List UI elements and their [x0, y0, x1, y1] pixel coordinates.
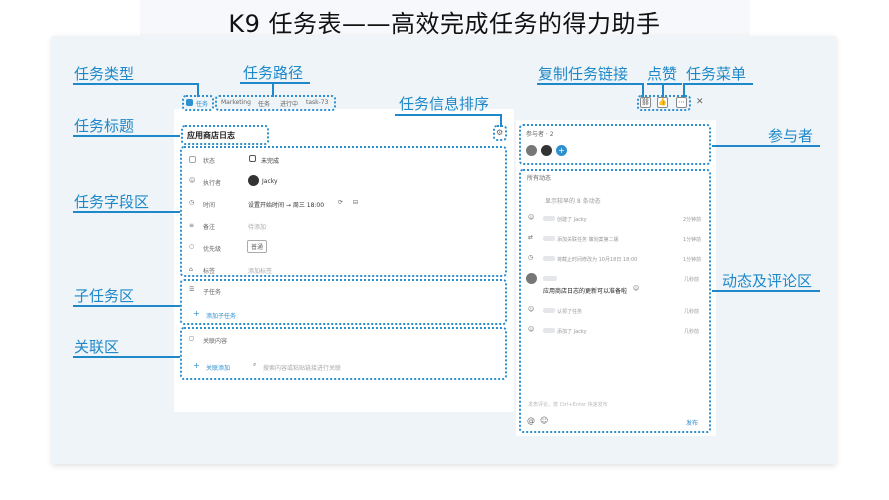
relation-search-input[interactable]: 搜索内容或粘贴链接进行关联	[263, 363, 341, 372]
field-label-note: 备注	[203, 224, 216, 231]
activity-icon: ⇄	[528, 234, 534, 241]
activity-item-text: 将截止时间修改为 10月18日 18:00	[557, 257, 638, 263]
comment-text: 应用商店日志的更新可以准备啦	[543, 288, 628, 295]
reminder-icon[interactable]: ⊟	[353, 199, 358, 206]
close-icon[interactable]: ✕	[696, 97, 704, 107]
emoji-icon: ☺	[633, 285, 640, 292]
comment-input[interactable]: 发表评论，按 Ctrl+Enter 快速发布	[528, 401, 608, 408]
participant-avatar-2[interactable]	[541, 145, 552, 156]
annotation-relation-area: 关联区	[74, 338, 120, 356]
annotation-info-sort: 任务信息排序	[399, 95, 490, 113]
copy-link-button[interactable]: ⛓	[640, 97, 651, 108]
field-label-assignee: 执行者	[203, 180, 222, 187]
box-relations	[180, 327, 507, 380]
annotation-task-menu: 任务菜单	[686, 65, 747, 83]
task-type-label[interactable]: 任务	[196, 99, 208, 108]
activity-icon: ☺	[528, 326, 535, 333]
field-label-status: 状态	[203, 158, 216, 165]
participant-avatar-1[interactable]	[526, 145, 537, 156]
status-field-icon	[189, 156, 196, 163]
field-label-tag: 标签	[203, 268, 216, 275]
page-title: K9 任务表——高效完成任务的得力助手	[228, 10, 661, 38]
annotation-subtask-area: 子任务区	[74, 287, 135, 305]
field-value-priority[interactable]: 普通	[247, 240, 268, 253]
field-value-status[interactable]: 未完成	[261, 156, 279, 165]
annotation-task-type: 任务类型	[74, 65, 135, 83]
breadcrumb-item-status[interactable]: 进行中	[280, 99, 298, 108]
send-comment-button[interactable]: 发布	[686, 418, 698, 427]
activity-icon: ☺	[528, 214, 535, 221]
like-button[interactable]: 👍	[657, 97, 668, 108]
activity-icon: ◷	[528, 254, 534, 261]
note-field-icon: ≡	[189, 222, 195, 229]
sort-icon[interactable]: ⚙	[496, 128, 503, 137]
breadcrumb-item-list[interactable]: 任务	[258, 99, 270, 108]
field-value-assignee[interactable]: Jacky	[262, 178, 278, 185]
relation-icon: ◻	[189, 335, 194, 342]
breadcrumb-item-id[interactable]: task-73	[306, 99, 328, 106]
more-menu-button[interactable]: ⋯	[676, 97, 687, 108]
mention-icon[interactable]: @	[527, 416, 535, 425]
subtask-header: 子任务	[203, 289, 222, 296]
annotation-participants: 参与者	[768, 127, 814, 145]
add-subtask-button[interactable]: 添加子任务	[206, 311, 236, 320]
status-checkbox-icon[interactable]	[249, 155, 256, 162]
activity-item-time: 几秒前	[684, 329, 700, 335]
relation-header: 关联内容	[203, 338, 228, 345]
activity-item-text: 添加了 Jacky	[557, 329, 587, 335]
repeat-icon[interactable]: ⟳	[338, 199, 343, 206]
box-activity	[519, 169, 711, 433]
annotation-copy-link: 复制任务链接	[538, 65, 629, 83]
priority-field-icon: ○	[189, 243, 195, 250]
task-type-checkbox-icon	[186, 99, 193, 106]
add-subtask-plus-icon[interactable]: +	[193, 309, 200, 318]
activity-item-time: 2分钟前	[683, 217, 702, 223]
field-value-tag[interactable]: 添加标签	[248, 266, 272, 275]
annotation-task-path: 任务路径	[243, 64, 304, 82]
field-value-note[interactable]: 待添加	[248, 222, 266, 231]
add-participant-button[interactable]: +	[556, 145, 567, 156]
activity-item-text: 添加关联任务 策划案第二版	[557, 237, 619, 243]
field-value-time[interactable]: 设置开始时间 → 周三 18:00	[248, 200, 324, 209]
activity-filter-dropdown[interactable]: 所有动态	[527, 173, 551, 182]
activity-item-text: 认领了任务	[557, 309, 583, 315]
annotation-task-title: 任务标题	[74, 117, 135, 135]
task-title-text[interactable]: 应用商店日志	[187, 130, 235, 141]
participants-label: 参与者 · 2	[526, 131, 554, 138]
activity-item-time: 1分钟前	[683, 257, 702, 263]
add-relation-button[interactable]: 关联添加	[206, 363, 230, 372]
annotation-task-fields: 任务字段区	[74, 193, 150, 211]
activity-item-time: 几秒前	[684, 277, 700, 283]
assignee-field-icon: ☺	[189, 177, 196, 184]
activity-icon: ☺	[528, 306, 535, 313]
relation-search-icon: ⌕	[253, 361, 257, 368]
subtask-icon: ☰	[189, 286, 195, 293]
activity-item-time: 几秒前	[684, 309, 700, 315]
emoji-picker-icon[interactable]: ☺	[540, 416, 548, 425]
comment-avatar	[526, 273, 537, 284]
assignee-avatar	[248, 175, 259, 186]
activity-collapsed-toggle[interactable]: 显示较早的 8 条动态	[545, 196, 601, 205]
activity-item-text: 创建了 Jacky	[557, 217, 587, 223]
breadcrumb-item-project[interactable]: Marketing	[221, 99, 251, 106]
annotation-activity-area: 动态及评论区	[722, 272, 813, 290]
activity-item-time: 1分钟前	[683, 237, 702, 243]
time-field-icon: ◷	[189, 199, 195, 206]
tag-field-icon: ⌂	[189, 266, 193, 273]
annotation-like: 点赞	[647, 65, 678, 83]
field-label-time: 时间	[203, 202, 216, 209]
add-relation-plus-icon[interactable]: +	[193, 361, 200, 370]
box-task-fields	[180, 146, 507, 277]
field-label-priority: 优先级	[203, 246, 222, 253]
